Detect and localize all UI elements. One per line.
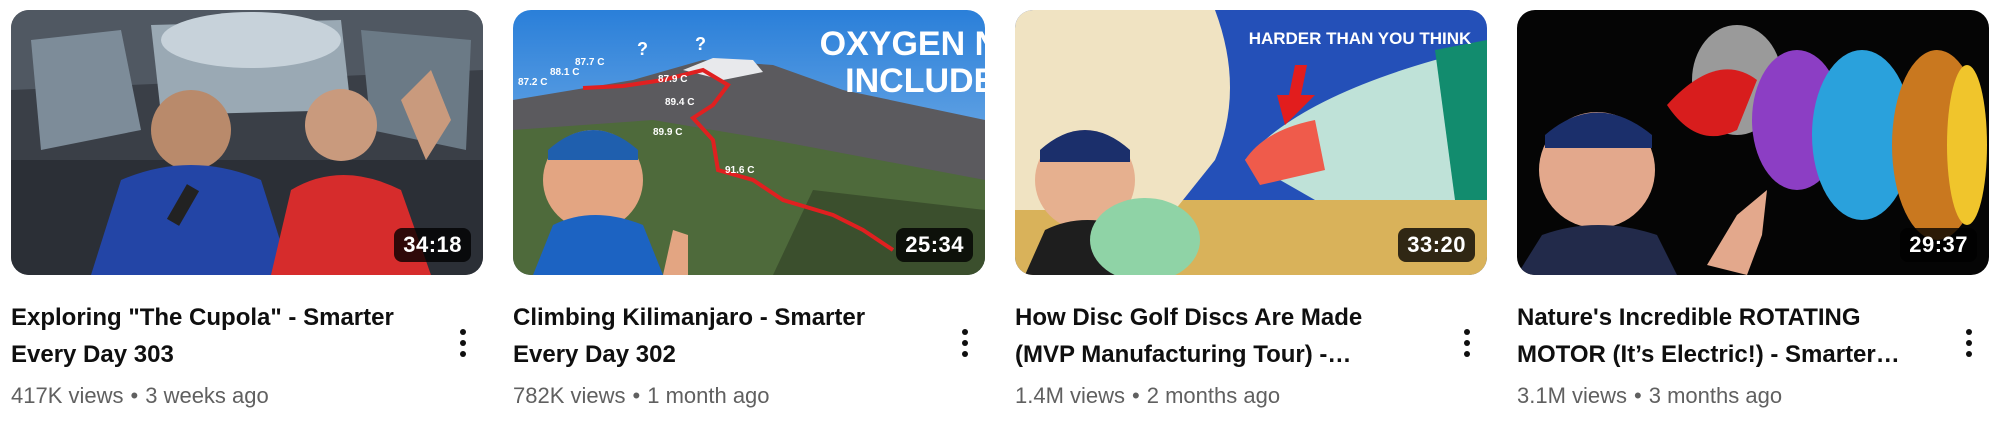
svg-text:91.6 C: 91.6 C <box>725 165 754 176</box>
view-count: 417K views <box>11 383 124 408</box>
video-stats: 3.1M views • 3 months ago <box>1517 383 1925 409</box>
upload-age: 3 weeks ago <box>145 383 269 408</box>
svg-text:?: ? <box>695 34 706 54</box>
upload-age: 2 months ago <box>1146 383 1281 408</box>
more-vert-icon[interactable] <box>1949 323 1989 363</box>
more-vert-icon[interactable] <box>1447 323 1487 363</box>
video-thumbnail[interactable]: 29:37 <box>1517 10 1989 275</box>
video-thumbnail[interactable]: OXYGEN NOT INCLUDED 87.2 C 88.1 C 87.7 C… <box>513 10 985 275</box>
overlay-text: HARDER THAN YOU THINK <box>1249 29 1472 48</box>
video-title[interactable]: Exploring "The Cupola" - Smarter Every D… <box>11 299 419 373</box>
video-duration: 29:37 <box>1900 228 1977 262</box>
svg-text:88.1 C: 88.1 C <box>550 67 579 78</box>
video-card: 29:37 Nature's Incredible ROTATING MOTOR… <box>1517 10 1989 428</box>
video-thumbnail[interactable]: 34:18 <box>11 10 483 275</box>
separator-dot: • <box>130 383 139 408</box>
view-count: 782K views <box>513 383 626 408</box>
view-count: 3.1M views <box>1517 383 1628 408</box>
video-title[interactable]: Climbing Kilimanjaro - Smarter Every Day… <box>513 299 921 373</box>
svg-text:87.7 C: 87.7 C <box>575 57 604 68</box>
upload-age: 3 months ago <box>1648 383 1783 408</box>
svg-text:89.9 C: 89.9 C <box>653 127 682 138</box>
view-count: 1.4M views <box>1015 383 1126 408</box>
video-duration: 25:34 <box>896 228 973 262</box>
video-grid: 34:18 Exploring "The Cupola" - Smarter E… <box>0 0 2000 428</box>
video-duration: 33:20 <box>1398 228 1475 262</box>
video-stats: 417K views • 3 weeks ago <box>11 383 419 409</box>
overlay-text-line2: INCLUDED <box>845 62 985 100</box>
video-stats: 1.4M views • 2 months ago <box>1015 383 1423 409</box>
overlay-text-line1: OXYGEN NOT <box>820 25 985 63</box>
svg-text:87.2 C: 87.2 C <box>518 77 547 88</box>
svg-text:87.9 C: 87.9 C <box>658 74 687 85</box>
video-card: HARDER THAN YOU THINK 33:20 How Disc Gol… <box>1015 10 1487 428</box>
svg-text:89.4 C: 89.4 C <box>665 97 694 108</box>
video-card: OXYGEN NOT INCLUDED 87.2 C 88.1 C 87.7 C… <box>513 10 985 428</box>
video-title[interactable]: Nature's Incredible ROTATING MOTOR (It’s… <box>1517 299 1925 373</box>
video-card: 34:18 Exploring "The Cupola" - Smarter E… <box>11 10 483 428</box>
video-duration: 34:18 <box>394 228 471 262</box>
separator-dot: • <box>632 383 641 408</box>
svg-text:?: ? <box>637 39 648 59</box>
video-thumbnail[interactable]: HARDER THAN YOU THINK 33:20 <box>1015 10 1487 275</box>
video-title[interactable]: How Disc Golf Discs Are Made (MVP Manufa… <box>1015 299 1423 373</box>
separator-dot: • <box>1132 383 1140 408</box>
separator-dot: • <box>1634 383 1642 408</box>
more-vert-icon[interactable] <box>443 323 483 363</box>
more-vert-icon[interactable] <box>945 323 985 363</box>
video-stats: 782K views • 1 month ago <box>513 383 921 409</box>
upload-age: 1 month ago <box>647 383 770 408</box>
